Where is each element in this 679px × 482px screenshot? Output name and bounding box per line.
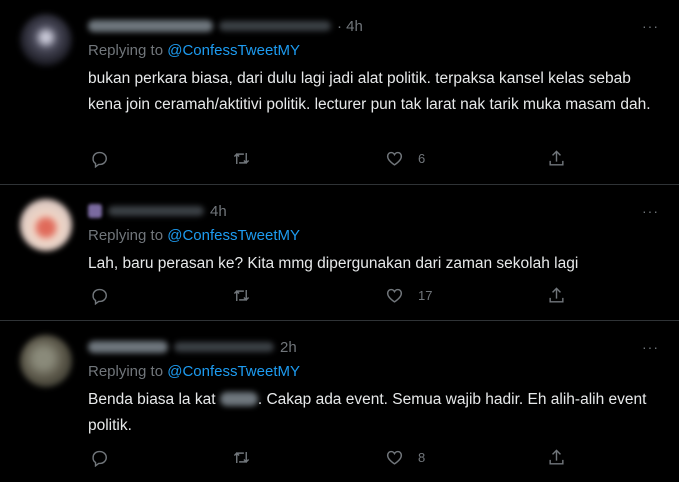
avatar[interactable] (20, 335, 72, 387)
replying-to-label: Replying to (88, 363, 168, 380)
display-name-redacted[interactable] (88, 341, 168, 353)
avatar[interactable] (20, 14, 72, 66)
retweet-button[interactable] (232, 285, 251, 305)
username-redacted[interactable] (108, 206, 204, 216)
reply-button[interactable] (90, 148, 109, 168)
username-redacted[interactable] (174, 342, 274, 352)
tweet-time[interactable]: 2h (280, 339, 297, 356)
action-bar: 8 (88, 447, 568, 467)
share-icon (549, 448, 564, 465)
share-icon (549, 286, 564, 303)
mention-link[interactable]: @ConfessTweetMY (167, 363, 300, 380)
more-icon[interactable]: ··· (642, 18, 659, 34)
like-button[interactable]: 17 (385, 285, 432, 305)
retweet-button[interactable] (232, 148, 251, 168)
share-button[interactable] (547, 148, 566, 168)
action-bar: 17 (88, 285, 568, 305)
heart-icon (386, 288, 403, 303)
tweet-reply[interactable]: 2h ··· Replying to @ConfessTweetMY Benda… (0, 321, 679, 482)
tweet-reply[interactable]: 4h ··· Replying to @ConfessTweetMY Lah, … (0, 185, 679, 321)
action-bar: 6 (88, 148, 568, 168)
emoji-icon (88, 204, 102, 218)
avatar[interactable] (20, 199, 72, 251)
like-count: 17 (418, 287, 433, 303)
share-icon (549, 149, 564, 166)
reply-icon (92, 151, 107, 168)
tweet-header: 2h (88, 335, 297, 359)
replying-to-label: Replying to (88, 227, 168, 244)
heart-icon (386, 151, 403, 166)
heart-icon (386, 450, 403, 465)
like-count: 6 (418, 150, 426, 166)
like-count: 8 (418, 449, 426, 465)
more-icon[interactable]: ··· (642, 339, 659, 355)
tweet-time[interactable]: 4h (210, 203, 227, 220)
retweet-icon (233, 451, 250, 463)
reply-icon (92, 288, 107, 305)
tweet-text: Benda biasa la kat . Cakap ada event. Se… (88, 387, 658, 439)
redacted-text (219, 392, 258, 406)
display-name-redacted[interactable] (88, 20, 213, 32)
username-redacted[interactable] (219, 21, 331, 31)
retweet-button[interactable] (232, 447, 251, 467)
reply-button[interactable] (90, 447, 109, 467)
replying-to-label: Replying to (88, 42, 168, 59)
mention-link[interactable]: @ConfessTweetMY (167, 42, 300, 59)
tweet-reply[interactable]: · 4h ··· Replying to @ConfessTweetMY buk… (0, 0, 679, 185)
tweet-header: 4h (88, 199, 227, 223)
tweet-text-part: Benda biasa la kat (88, 391, 220, 408)
retweet-icon (233, 289, 250, 301)
like-button[interactable]: 6 (385, 148, 425, 168)
replying-to: Replying to @ConfessTweetMY (88, 363, 300, 380)
reply-icon (92, 450, 107, 467)
retweet-icon (233, 152, 250, 164)
mention-link[interactable]: @ConfessTweetMY (167, 227, 300, 244)
tweet-text: bukan perkara biasa, dari dulu lagi jadi… (88, 70, 651, 113)
reply-button[interactable] (90, 285, 109, 305)
share-button[interactable] (547, 447, 566, 467)
tweet-text: Lah, baru perasan ke? Kita mmg diperguna… (88, 255, 579, 272)
share-button[interactable] (547, 285, 566, 305)
tweet-time[interactable]: · 4h (337, 18, 363, 35)
replying-to: Replying to @ConfessTweetMY (88, 227, 300, 244)
more-icon[interactable]: ··· (642, 203, 659, 219)
tweet-header: · 4h (88, 14, 363, 38)
replying-to: Replying to @ConfessTweetMY (88, 42, 300, 59)
like-button[interactable]: 8 (385, 447, 425, 467)
